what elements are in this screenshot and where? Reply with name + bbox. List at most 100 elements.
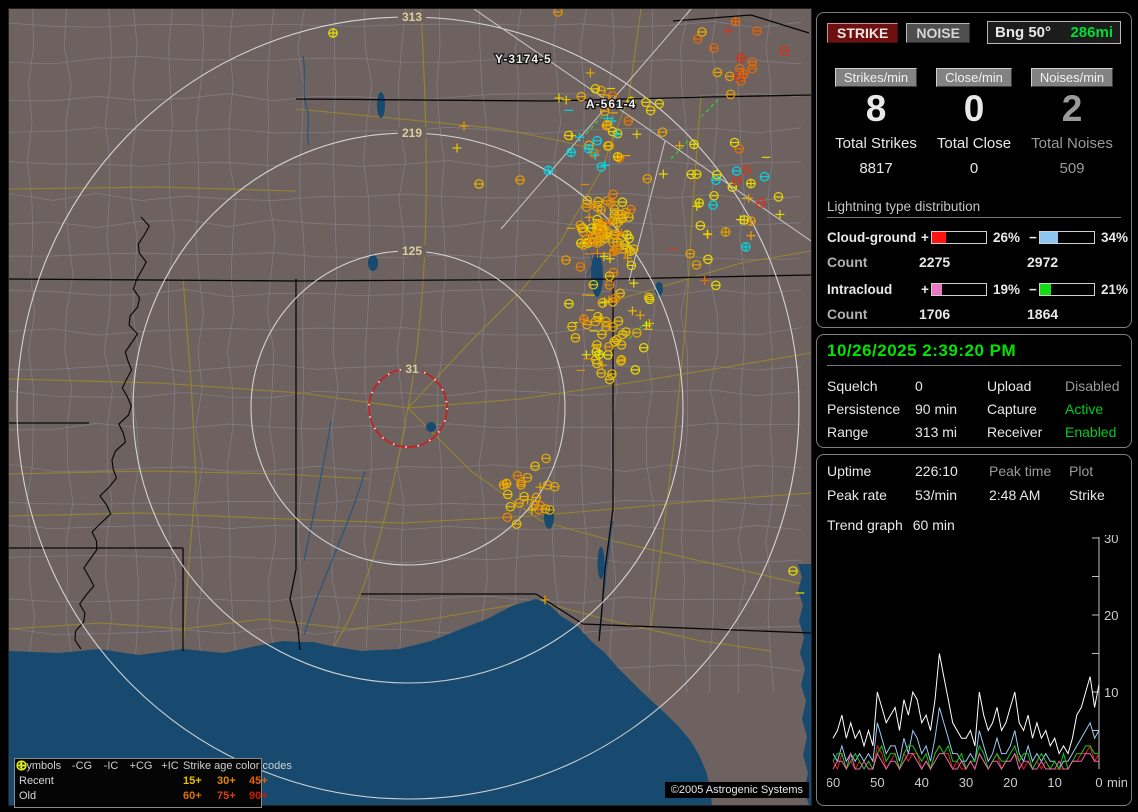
- legend-pos-cg-header: +CG: [129, 760, 153, 772]
- legend-recent-label: Recent: [19, 775, 54, 787]
- strikes-per-min-value: 8: [865, 88, 887, 129]
- capture-status: Active: [1065, 401, 1104, 417]
- svg-text:31: 31: [405, 362, 419, 376]
- receiver-status: Enabled: [1065, 424, 1117, 440]
- total-noises-label: Total Noises: [1031, 135, 1113, 152]
- total-close-label: Total Close: [936, 135, 1012, 152]
- noises-column: Noises/min 2 Total Noises 509: [1023, 68, 1121, 177]
- datetime-display: 10/26/2025 2:39:20 PM: [827, 341, 1121, 366]
- intracloud-label: Intracloud: [827, 282, 893, 297]
- svg-text:125: 125: [402, 244, 422, 258]
- pos-ic-count: 1706: [919, 306, 951, 322]
- legend-pos-ic-header: +IC: [161, 760, 179, 772]
- persistence-value: 90 min: [915, 401, 958, 417]
- neg-ic-bar: [1039, 283, 1095, 296]
- svg-text:50: 50: [870, 775, 884, 790]
- copyright-notice: ©2005 Astrogenic Systems: [664, 782, 809, 798]
- plot-value: Strike: [1069, 487, 1105, 503]
- strikes-per-min-chip: Strikes/min: [834, 68, 918, 87]
- close-column: Close/min 0 Total Close 0: [925, 68, 1023, 177]
- uptime-value: 226:10: [915, 463, 958, 479]
- strikes-column: Strikes/min 8 Total Strikes 8817: [827, 68, 925, 177]
- trend-graph-window: 60 min: [912, 517, 955, 533]
- lake-pontchartrain: [27, 704, 95, 726]
- age-code-90: 90+: [249, 790, 268, 802]
- neg-ic-percent: 21%: [1101, 282, 1129, 297]
- pos-cg-percent: 26%: [993, 230, 1021, 245]
- intracloud-row: Intracloud + 19% − 21%: [827, 282, 1128, 297]
- noise-mode-button[interactable]: NOISE: [906, 22, 970, 43]
- squelch-label: Squelch: [827, 378, 878, 394]
- uptime-trend-panel: Uptime 226:10 Peak time Plot Peak rate 5…: [816, 454, 1132, 806]
- legend-old-label: Old: [19, 790, 37, 802]
- bearing-readout: Bng 50° 286mi: [987, 21, 1121, 44]
- svg-text:30: 30: [959, 775, 973, 790]
- svg-text:20: 20: [1104, 608, 1118, 623]
- strike-mode-button[interactable]: STRIKE: [827, 22, 899, 43]
- svg-text:219: 219: [402, 126, 422, 140]
- svg-text:10: 10: [1104, 685, 1118, 700]
- legend-neg-cg-header: -CG: [71, 760, 93, 772]
- intracloud-counts: Count 1706 1864: [827, 306, 1121, 322]
- pos-cg-bar: [931, 231, 987, 244]
- peak-rate-label: Peak rate: [827, 487, 887, 503]
- persistence-label: Persistence: [827, 401, 901, 417]
- total-strikes-label: Total Strikes: [835, 135, 917, 152]
- stats-panel: STRIKE NOISE Bng 50° 286mi Strikes/min 8…: [816, 12, 1132, 328]
- noises-per-min-chip: Noises/min: [1030, 68, 1114, 87]
- cloud-ground-label: Cloud-ground: [827, 230, 917, 245]
- legend-age-header: Strike age color codes: [183, 760, 292, 772]
- lightning-map[interactable]: 31 125 219 313 Y-3174-5 A-561-4 Symbols -CG -…: [8, 8, 812, 808]
- capture-label: Capture: [987, 401, 1037, 417]
- svg-text:30: 30: [1104, 535, 1118, 546]
- svg-text:60: 60: [827, 775, 840, 790]
- neg-ic-count: 1864: [1027, 306, 1059, 322]
- nexstorm-window: 31 125 219 313 Y-3174-5 A-561-4 Symbols -CG -…: [0, 0, 1138, 812]
- upload-label: Upload: [987, 378, 1032, 394]
- map-canvas: 31 125 219 313 Y-3174-5 A-561-4: [9, 9, 811, 805]
- plot-label: Plot: [1069, 463, 1094, 479]
- age-code-45: 45+: [249, 775, 268, 787]
- squelch-value: 0: [915, 378, 923, 394]
- age-code-75: 75+: [217, 790, 236, 802]
- upload-status: Disabled: [1065, 378, 1120, 394]
- close-per-min-chip: Close/min: [936, 68, 1012, 87]
- cloud-ground-row: Cloud-ground + 26% − 34%: [827, 230, 1128, 245]
- svg-text:0: 0: [1095, 775, 1102, 790]
- trend-graph: 10 20 30 60 50 40 30 20 10 0 min: [826, 531, 1128, 790]
- strike-legend: Symbols -CG -IC +CG +IC Strike age color…: [14, 758, 292, 808]
- pos-ic-percent: 19%: [993, 282, 1021, 297]
- uptime-label: Uptime: [827, 463, 872, 479]
- neg-cg-count: 2972: [1027, 254, 1059, 270]
- peak-time-label: Peak time: [989, 463, 1052, 479]
- noises-per-min-value: 2: [1061, 88, 1083, 129]
- legend-neg-ic-header: -IC: [103, 760, 119, 772]
- bearing-range: 286mi: [1070, 24, 1113, 41]
- pos-ic-bar: [931, 283, 987, 296]
- svg-text:A-561-4: A-561-4: [586, 97, 636, 111]
- neg-cg-bar: [1039, 231, 1095, 244]
- pos-cg-count: 2275: [919, 254, 951, 270]
- peak-rate-value: 53/min: [915, 487, 958, 503]
- neg-cg-percent: 34%: [1101, 230, 1129, 245]
- peak-time-value: 2:48 AM: [989, 487, 1041, 503]
- trend-graph-label: Trend graph: [827, 517, 903, 533]
- age-code-15: 15+: [183, 775, 202, 787]
- bearing-label: Bng 50°: [995, 24, 1052, 41]
- svg-text:10: 10: [1047, 775, 1061, 790]
- svg-text:20: 20: [1003, 775, 1017, 790]
- range-value: 313 mi: [915, 424, 958, 440]
- close-per-min-value: 0: [963, 88, 985, 129]
- total-close-value: 0: [969, 160, 979, 177]
- svg-text:Y-3174-5: Y-3174-5: [495, 52, 552, 66]
- total-noises-value: 509: [1059, 160, 1085, 177]
- svg-text:313: 313: [402, 10, 422, 24]
- cloud-ground-counts: Count 2275 2972: [827, 254, 1121, 270]
- receiver-label: Receiver: [987, 424, 1043, 440]
- range-label: Range: [827, 424, 869, 440]
- distribution-title: Lightning type distribution: [827, 199, 1121, 218]
- age-code-30: 30+: [217, 775, 236, 787]
- time-settings-panel: 10/26/2025 2:39:20 PM Squelch 0 Upload D…: [816, 334, 1132, 448]
- total-strikes-value: 8817: [859, 160, 893, 177]
- svg-text:min: min: [1107, 775, 1127, 790]
